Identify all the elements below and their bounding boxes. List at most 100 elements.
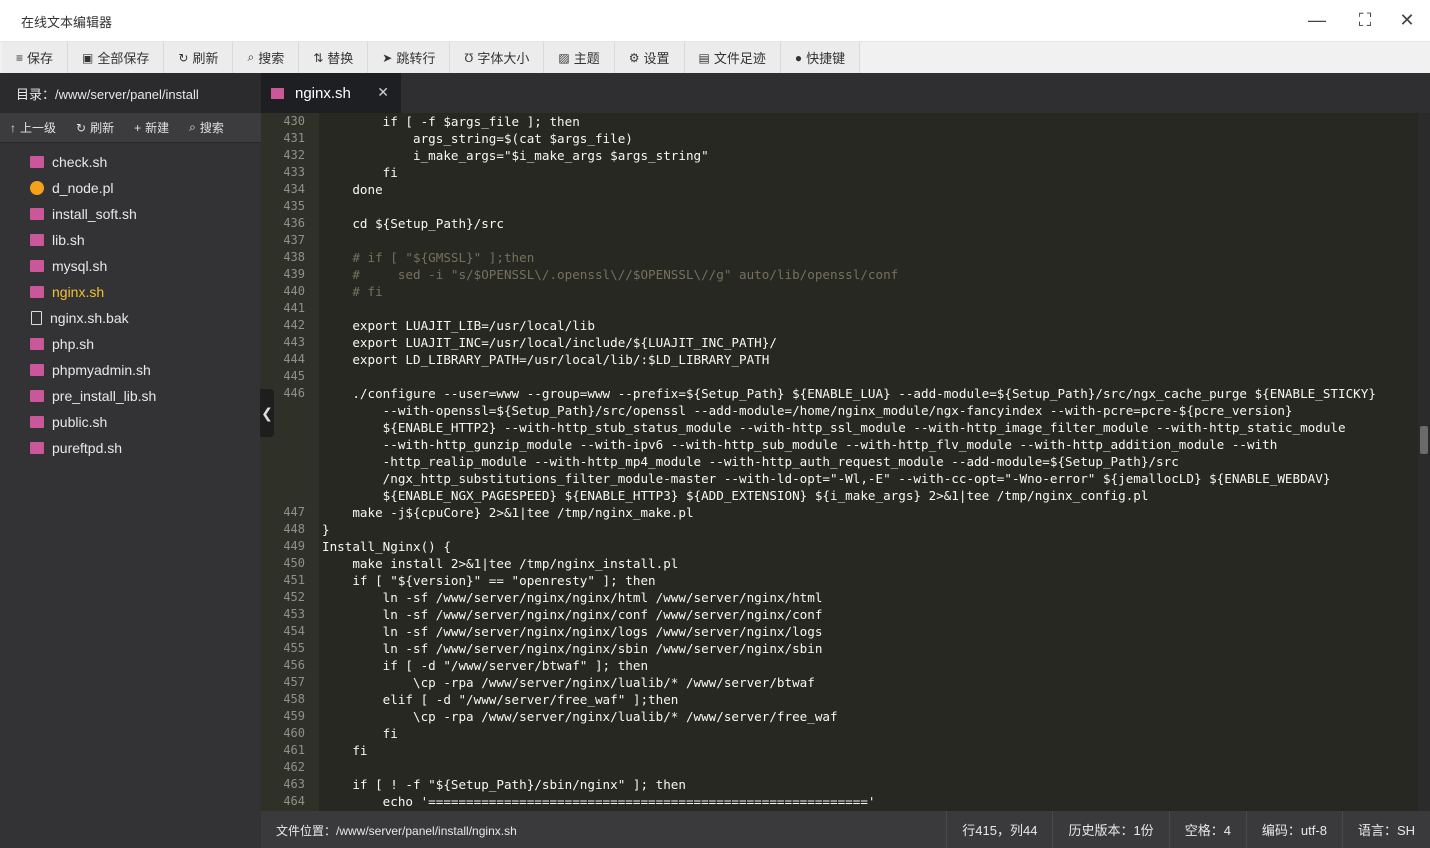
code-line: 461 fi [261, 742, 1418, 759]
line-number: 457 [283, 675, 305, 689]
toolbar-button-label: 字体大小 [477, 51, 530, 66]
code-area[interactable]: 430 if [ -f $args_file ]; then 431 args_s… [261, 113, 1418, 811]
code-line: 456 if [ -d "/www/server/btwaf" ]; then [261, 657, 1418, 674]
line-number: 452 [283, 590, 305, 604]
toolbar-button-label: 全部保存 [97, 51, 150, 66]
document-icon [31, 311, 42, 325]
file-item[interactable]: pureftpd.sh [0, 435, 261, 461]
line-number: 440 [283, 284, 305, 298]
code-line: 441 [261, 300, 1418, 317]
code-text: ${ENABLE_NGX_PAGESPEED} ${ENABLE_HTTP3} … [322, 488, 1149, 503]
file-item[interactable]: nginx.sh [0, 279, 261, 305]
code-line: 430 if [ -f $args_file ]; then [261, 113, 1418, 130]
close-icon[interactable]: ✕ [1392, 6, 1422, 34]
code-line: 454 ln -sf /www/server/nginx/nginx/logs … [261, 623, 1418, 640]
encoding-setting[interactable]: 编码：utf-8 [1245, 811, 1342, 848]
toolbar-button-3[interactable]: ⌕ 搜索 [233, 42, 300, 73]
code-line: 463 if [ ! -f "${Setup_Path}/sbin/nginx"… [261, 776, 1418, 793]
shell-file-icon [30, 364, 44, 376]
minimize-icon[interactable]: — [1302, 6, 1332, 34]
file-item[interactable]: pre_install_lib.sh [0, 383, 261, 409]
code-text: if [ "${version}" == "openresty" ]; then [322, 573, 656, 588]
code-text: Install_Nginx() { [322, 539, 451, 554]
code-text: ln -sf /www/server/nginx/nginx/html /www… [322, 590, 823, 605]
toolbar-button-2[interactable]: ↻ 刷新 [164, 42, 234, 73]
refresh-button[interactable]: ↻ 刷新 [66, 113, 124, 143]
line-number: 458 [283, 692, 305, 706]
tab-close-icon[interactable]: ✕ [377, 84, 389, 101]
file-name: nginx.sh.bak [50, 310, 129, 326]
file-list: check.sh d_node.pl install_soft.sh lib.sh my… [0, 143, 261, 461]
file-item[interactable]: public.sh [0, 409, 261, 435]
tab-nginx-sh[interactable]: nginx.sh ✕ [261, 73, 401, 113]
code-line: 445 [261, 368, 1418, 385]
toolbar-button-4[interactable]: ⇅ 替换 [299, 42, 369, 73]
code-line: 431 args_string=$(cat $args_file) [261, 130, 1418, 147]
code-text: export LUAJIT_INC=/usr/local/include/${L… [322, 335, 777, 350]
plus-icon: + [134, 120, 142, 135]
window-title: 在线文本编辑器 [21, 15, 113, 30]
cursor-position[interactable]: 行415，列44 [946, 811, 1052, 848]
perl-file-icon [30, 181, 44, 195]
refresh-icon: ↻ [178, 50, 189, 65]
code-text: make -j${cpuCore} 2>&1|tee /tmp/nginx_ma… [322, 505, 694, 520]
line-number: 438 [283, 250, 305, 264]
line-number: 448 [283, 522, 305, 536]
code-line: 460 fi [261, 725, 1418, 742]
code-text: i_make_args="$i_make_args $args_string" [322, 148, 709, 163]
file-item[interactable]: check.sh [0, 149, 261, 175]
toolbar-button-9[interactable]: ▤ 文件足迹 [684, 42, 781, 73]
vertical-scrollbar[interactable] [1418, 113, 1430, 811]
scrollbar-thumb[interactable] [1420, 426, 1428, 454]
search-files-button[interactable]: ⌕ 搜索 [179, 113, 234, 143]
code-line: 451 if [ "${version}" == "openresty" ]; … [261, 572, 1418, 589]
file-name: install_soft.sh [52, 206, 137, 222]
toolbar-button-6[interactable]: Ʊ 字体大小 [450, 42, 545, 73]
indent-setting[interactable]: 空格：4 [1168, 811, 1246, 848]
line-number: 461 [283, 743, 305, 757]
search-icon: ⌕ [189, 120, 196, 134]
file-item[interactable]: nginx.sh.bak [0, 305, 261, 331]
file-name: pureftpd.sh [52, 440, 123, 456]
file-item[interactable]: install_soft.sh [0, 201, 261, 227]
file-item[interactable]: mysql.sh [0, 253, 261, 279]
file-item[interactable]: lib.sh [0, 227, 261, 253]
maximize-icon[interactable]: ⛶ [1350, 6, 1380, 34]
code-text: done [322, 182, 383, 197]
line-number: 436 [283, 216, 305, 230]
file-item[interactable]: d_node.pl [0, 175, 261, 201]
code-line: 462 [261, 759, 1418, 776]
line-number: 447 [283, 505, 305, 519]
toolbar-button-1[interactable]: ▣ 全部保存 [68, 42, 165, 73]
toolbar-button-10[interactable]: ● 快捷键 [780, 42, 861, 73]
code-editor[interactable]: 430 if [ -f $args_file ]; then 431 args_s… [261, 113, 1430, 811]
line-number: 462 [283, 760, 305, 774]
parent-dir-button[interactable]: ↑ 上一级 [0, 113, 66, 143]
new-file-button[interactable]: + 新建 [124, 113, 179, 143]
code-text: export LUAJIT_LIB=/usr/local/lib [322, 318, 595, 333]
shell-file-icon [30, 390, 44, 402]
code-line: 444 export LD_LIBRARY_PATH=/usr/local/li… [261, 351, 1418, 368]
sidebar-action-label: 搜索 [199, 121, 224, 135]
code-line: 458 elif [ -d "/www/server/free_waf" ];t… [261, 691, 1418, 708]
file-item[interactable]: php.sh [0, 331, 261, 357]
file-item[interactable]: phpmyadmin.sh [0, 357, 261, 383]
line-number: 435 [283, 199, 305, 213]
history-versions[interactable]: 历史版本：1份 [1052, 811, 1168, 848]
code-text: echo '==================================… [322, 794, 876, 809]
toolbar-button-8[interactable]: ⚙ 设置 [614, 42, 685, 73]
collapse-sidebar-icon[interactable]: ❮ [260, 389, 274, 437]
code-text: ln -sf /www/server/nginx/nginx/logs /www… [322, 624, 823, 639]
code-text: ./configure --user=www --group=www --pre… [322, 386, 1376, 401]
file-name: lib.sh [52, 232, 85, 248]
language-setting[interactable]: 语言：SH [1341, 811, 1430, 848]
tab-bar: nginx.sh ✕ [261, 73, 1430, 113]
toolbar-button-0[interactable]: ≡ 保存 [2, 42, 69, 73]
toolbar-button-5[interactable]: ➤ 跳转行 [368, 42, 451, 73]
toolbar-button-7[interactable]: ▨ 主题 [544, 42, 615, 73]
code-line: 432 i_make_args="$i_make_args $args_stri… [261, 147, 1418, 164]
code-line: --with-http_gunzip_module --with-ipv6 --… [261, 436, 1418, 453]
line-number: 430 [283, 114, 305, 128]
line-number: 464 [283, 794, 305, 808]
shell-file-icon [30, 416, 44, 428]
